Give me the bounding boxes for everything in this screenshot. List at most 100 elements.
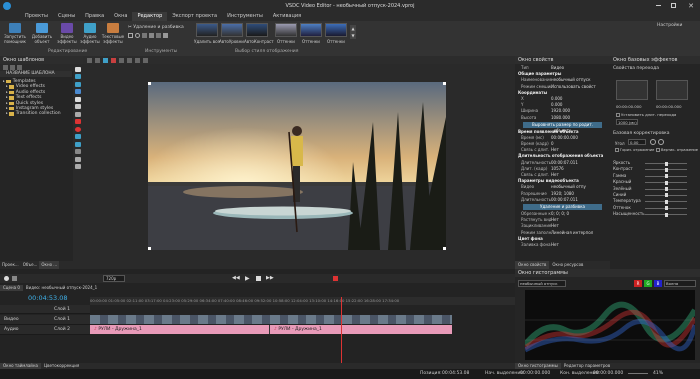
marker-button[interactable]	[333, 276, 338, 281]
style-thumb-2[interactable]	[246, 23, 268, 37]
audio-effects-button[interactable]: Аудио эффекты	[79, 23, 101, 44]
tab-projects-window[interactable]: Проек...	[0, 261, 21, 269]
rectangle-tool-icon[interactable]	[75, 119, 81, 124]
start-assistant-button[interactable]: Запустить помощник	[2, 23, 28, 44]
zoom-slider-icon[interactable]	[628, 373, 648, 374]
slider-knob[interactable]	[664, 174, 668, 179]
prop-row[interactable]: Длительность 00:00:07.011	[515, 197, 610, 203]
canvas-tool-icon[interactable]	[87, 57, 92, 63]
canvas-tool-icon[interactable]	[119, 57, 124, 63]
tab-templates-window[interactable]: Окно ...	[39, 261, 60, 269]
snapshot-icon[interactable]	[12, 276, 17, 281]
selection-handle[interactable]	[148, 247, 151, 250]
styles-scroll-button[interactable]: ▲ ▼	[350, 25, 356, 39]
canvas-tool-icon[interactable]	[127, 57, 132, 63]
text-effects-button[interactable]: Текстовые эффекты	[102, 23, 124, 44]
timeline-breadcrumb[interactable]: Видео: необычный отпуск-2024_1	[23, 285, 100, 291]
style-thumb-5[interactable]	[325, 23, 347, 37]
close-icon[interactable]: ✕	[686, 0, 696, 12]
rotate-right-icon[interactable]	[658, 139, 664, 145]
prop-row[interactable]: Высота 1080.000	[515, 115, 610, 121]
slider-knob[interactable]	[664, 187, 668, 192]
chart-tool-icon[interactable]	[75, 134, 81, 139]
record-icon[interactable]	[4, 276, 9, 281]
mirror-v-toggle[interactable]: Вертик. отражение	[656, 148, 698, 152]
tab-scene-0[interactable]: Сцена 0	[0, 285, 23, 291]
color-correction-header[interactable]: Базовая корректировка	[613, 131, 670, 136]
minimize-icon[interactable]	[656, 5, 661, 6]
tab-edit[interactable]: Правка	[80, 12, 109, 21]
duration-input[interactable]: 1000 (мс)	[616, 119, 638, 125]
next-frame-button[interactable]: ▶▶	[266, 275, 274, 281]
tab-projects[interactable]: Проекты	[20, 12, 53, 21]
tab-scenes[interactable]: Сцены	[53, 12, 80, 21]
cut-split-props-button[interactable]: Удаление и разбивка	[523, 203, 602, 210]
prev-frame-button[interactable]: ◀◀	[232, 275, 240, 281]
video-preview[interactable]	[148, 82, 446, 250]
zoom-icon[interactable]	[163, 33, 168, 38]
template-tool-icon[interactable]	[17, 65, 22, 70]
transition-preview-out[interactable]	[656, 80, 688, 100]
audio-clip[interactable]: ♪ РУЛИ - Дружина_1	[270, 325, 452, 334]
ribbon-settings-link[interactable]: Настройки	[657, 23, 682, 28]
cut-split-button[interactable]: ✂ Удаление и разбивка	[128, 24, 193, 31]
slider-knob[interactable]	[664, 161, 668, 166]
tree-item[interactable]: ▸ Transition collection	[3, 111, 80, 116]
slider-knob[interactable]	[664, 206, 668, 211]
tab-editor[interactable]: Редактор	[132, 12, 168, 21]
tab-objects-window[interactable]: Объе...	[21, 261, 40, 269]
canvas-tool-icon[interactable]	[103, 57, 108, 63]
rotate-icon[interactable]	[135, 33, 140, 38]
line-tool-icon[interactable]	[75, 111, 81, 117]
video-clip[interactable]	[90, 315, 452, 324]
stop-button[interactable]	[256, 276, 261, 281]
slider-knob[interactable]	[664, 199, 668, 204]
mask-tool-icon[interactable]	[75, 156, 81, 162]
flip-icon[interactable]	[142, 33, 147, 38]
saturation-slider[interactable]: Насыщенность	[610, 211, 700, 217]
expand-icon[interactable]: ▸	[3, 79, 5, 84]
transition-section-header[interactable]: Свойства перехода	[610, 64, 700, 73]
rotate-left-icon[interactable]	[650, 139, 656, 145]
histogram-mode-select[interactable]: Волна	[664, 280, 696, 287]
pointer-tool-icon[interactable]	[75, 66, 81, 72]
mirror-h-toggle[interactable]: Гориз. отражение	[615, 148, 654, 152]
video-tool-icon[interactable]	[75, 74, 81, 79]
canvas-tool-icon[interactable]	[135, 57, 140, 63]
tab-windows[interactable]: Окна	[109, 12, 132, 21]
histogram-source-select[interactable]: необычный отпуск	[518, 280, 566, 287]
style-thumb-1[interactable]	[221, 23, 243, 37]
channel-r-button[interactable]: R	[634, 280, 642, 287]
zoom-select[interactable]: 720p	[103, 275, 125, 282]
angle-input[interactable]: 0.00	[628, 139, 646, 145]
tab-tools[interactable]: Инструменты	[222, 12, 268, 21]
fit-to-parent-button[interactable]: Выровнять размер по родит. объекту	[523, 121, 602, 133]
slider-knob[interactable]	[664, 212, 668, 217]
track-video[interactable]: Видео Слой 1	[0, 315, 90, 325]
expand-icon[interactable]: ▸	[6, 111, 8, 116]
speed-icon[interactable]	[149, 33, 154, 38]
template-tool-icon[interactable]	[10, 65, 15, 70]
track-audio[interactable]: Аудио Слой 2	[0, 325, 90, 335]
text-tool-icon[interactable]	[75, 96, 81, 102]
channel-b-button[interactable]: B	[654, 280, 662, 287]
audio-tool-icon[interactable]	[75, 81, 81, 87]
animation-tool-icon[interactable]	[75, 141, 81, 147]
tab-resources[interactable]: Окно ресурсов	[549, 261, 586, 269]
style-thumb-0[interactable]	[196, 23, 218, 37]
selection-handle[interactable]	[148, 82, 151, 85]
maximize-icon[interactable]	[671, 3, 676, 8]
tab-export[interactable]: Экспорт проекта	[167, 12, 222, 21]
crop-icon[interactable]	[128, 33, 133, 38]
slider-knob[interactable]	[664, 180, 668, 185]
prop-row[interactable]: Заливка фона Нет	[515, 242, 610, 248]
subtitle-tool-icon[interactable]	[75, 104, 81, 109]
slider-knob[interactable]	[664, 193, 668, 198]
transition-preview-in[interactable]	[616, 80, 648, 100]
sprite-tool-icon[interactable]	[75, 149, 81, 154]
set-duration-checkbox[interactable]: Установить длит. перехода	[616, 112, 676, 117]
tab-activation[interactable]: Активация	[268, 12, 306, 21]
playhead[interactable]	[341, 297, 342, 369]
zoom-tool-icon[interactable]	[75, 164, 81, 169]
canvas-tool-icon[interactable]	[111, 57, 116, 63]
